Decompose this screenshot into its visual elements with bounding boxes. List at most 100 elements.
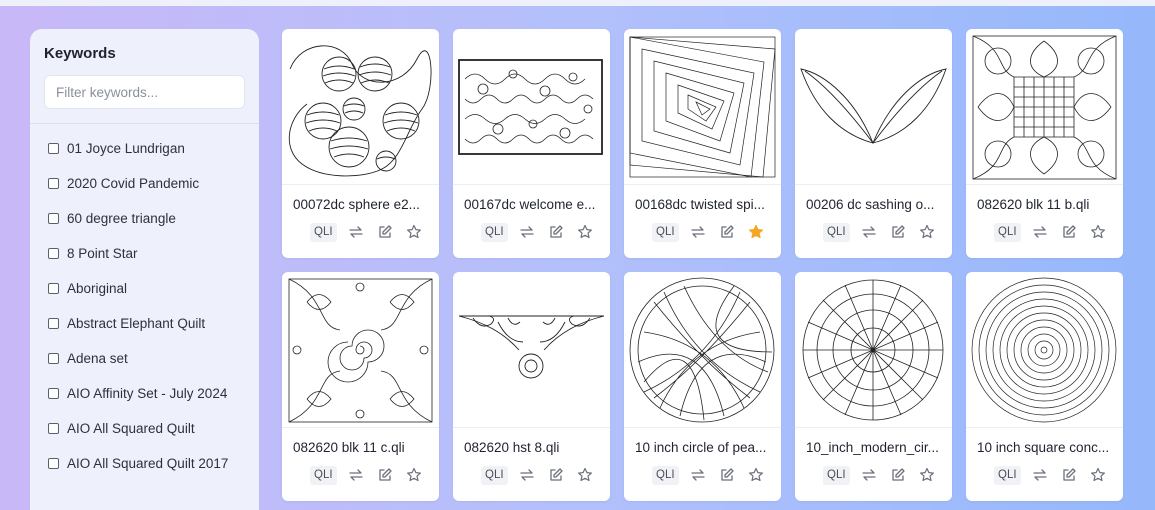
design-card[interactable]: 082620 hst 8.qli QLI xyxy=(453,272,610,501)
keyword-checkbox[interactable] xyxy=(48,318,59,329)
design-card[interactable]: 00167dc welcome e... QLI xyxy=(453,29,610,258)
favorite-button[interactable] xyxy=(576,466,595,485)
card-actions: QLI xyxy=(481,465,605,485)
keyword-checkbox[interactable] xyxy=(48,423,59,434)
edit-icon xyxy=(379,468,392,481)
convert-button[interactable] xyxy=(860,223,879,242)
keyword-checkbox[interactable] xyxy=(48,143,59,154)
favorite-button[interactable] xyxy=(918,466,937,485)
keyword-checkbox[interactable] xyxy=(48,283,59,294)
keyword-label: AIO All Squared Quilt 2017 xyxy=(67,456,229,471)
convert-button[interactable] xyxy=(689,223,708,242)
design-card[interactable]: 082620 blk 11 b.qli QLI xyxy=(966,29,1123,258)
favorite-button[interactable] xyxy=(747,466,766,485)
design-card[interactable]: 10_inch_modern_cir... QLI xyxy=(795,272,952,501)
keyword-item[interactable]: Adena set xyxy=(48,350,248,368)
design-card[interactable]: 082620 blk 11 c.qli QLI xyxy=(282,272,439,501)
keyword-checkbox[interactable] xyxy=(48,213,59,224)
design-thumbnail[interactable] xyxy=(282,29,439,185)
keywords-sidebar: Keywords 01 Joyce Lundrigan 2020 Covid P… xyxy=(30,29,259,510)
edit-button[interactable] xyxy=(718,223,737,242)
star-icon xyxy=(1091,467,1106,482)
edit-button[interactable] xyxy=(718,466,737,485)
keyword-item[interactable]: Abstract Elephant Quilt xyxy=(48,315,248,333)
design-thumbnail[interactable] xyxy=(795,272,952,428)
keyword-item[interactable]: 60 degree triangle xyxy=(48,210,248,228)
edit-button[interactable] xyxy=(376,223,395,242)
twisted-spiral-icon xyxy=(629,36,776,178)
keyword-item[interactable]: AIO All Squared Quilt 2017 xyxy=(48,455,248,473)
favorite-button[interactable] xyxy=(1089,223,1108,242)
keyword-checkbox[interactable] xyxy=(48,458,59,469)
format-badge: QLI xyxy=(652,222,679,242)
star-icon xyxy=(920,224,935,239)
favorite-button[interactable] xyxy=(576,223,595,242)
format-badge: QLI xyxy=(823,465,850,485)
favorite-button[interactable] xyxy=(918,223,937,242)
keyword-checkbox[interactable] xyxy=(48,248,59,259)
favorite-button[interactable] xyxy=(747,223,766,242)
keyword-label: Abstract Elephant Quilt xyxy=(67,316,206,331)
convert-button[interactable] xyxy=(1031,466,1050,485)
convert-button[interactable] xyxy=(518,223,537,242)
edit-icon xyxy=(1063,468,1076,481)
convert-button[interactable] xyxy=(860,466,879,485)
card-actions: QLI xyxy=(310,465,434,485)
edit-button[interactable] xyxy=(376,466,395,485)
sidebar-divider xyxy=(30,123,259,124)
convert-button[interactable] xyxy=(347,466,366,485)
convert-button[interactable] xyxy=(1031,223,1050,242)
keyword-filter-input[interactable] xyxy=(44,75,245,109)
design-filename: 10 inch circle of pea... xyxy=(635,440,767,455)
convert-button[interactable] xyxy=(518,466,537,485)
keyword-label: 60 degree triangle xyxy=(67,211,176,226)
design-thumbnail[interactable] xyxy=(282,272,439,428)
star-icon xyxy=(407,224,422,239)
convert-button[interactable] xyxy=(689,466,708,485)
design-card[interactable]: 00072dc sphere e2... QLI xyxy=(282,29,439,258)
circle-pearls-icon xyxy=(629,277,775,423)
edit-icon xyxy=(379,225,392,238)
arrows-swap-icon xyxy=(349,469,363,481)
keyword-label: AIO Affinity Set - July 2024 xyxy=(67,386,228,401)
edit-button[interactable] xyxy=(1060,223,1079,242)
keyword-item[interactable]: 2020 Covid Pandemic xyxy=(48,175,248,193)
spheres-icon xyxy=(288,45,432,177)
edit-button[interactable] xyxy=(547,466,566,485)
star-icon xyxy=(578,467,593,482)
keyword-item[interactable]: AIO Affinity Set - July 2024 xyxy=(48,385,248,403)
keyword-item[interactable]: AIO All Squared Quilt xyxy=(48,420,248,438)
keyword-item[interactable]: 01 Joyce Lundrigan xyxy=(48,140,248,158)
keyword-checkbox[interactable] xyxy=(48,353,59,364)
favorite-button[interactable] xyxy=(1089,466,1108,485)
card-actions: QLI xyxy=(481,222,605,242)
edit-icon xyxy=(892,468,905,481)
convert-button[interactable] xyxy=(347,223,366,242)
design-thumbnail[interactable] xyxy=(966,29,1123,185)
design-thumbnail[interactable] xyxy=(453,29,610,185)
design-thumbnail[interactable] xyxy=(795,29,952,185)
favorite-button[interactable] xyxy=(405,223,424,242)
design-card[interactable]: 00168dc twisted spi... QLI xyxy=(624,29,781,258)
arrows-swap-icon xyxy=(520,226,534,238)
edit-button[interactable] xyxy=(889,466,908,485)
keyword-label: Adena set xyxy=(67,351,128,366)
keyword-item[interactable]: Aboriginal xyxy=(48,280,248,298)
card-actions: QLI xyxy=(652,222,776,242)
design-card[interactable]: 10 inch square conc... QLI xyxy=(966,272,1123,501)
design-card[interactable]: 00206 dc sashing o... QLI xyxy=(795,29,952,258)
edit-button[interactable] xyxy=(547,223,566,242)
keyword-checkbox[interactable] xyxy=(48,178,59,189)
edit-button[interactable] xyxy=(1060,466,1079,485)
edit-button[interactable] xyxy=(889,223,908,242)
design-thumbnail[interactable] xyxy=(624,272,781,428)
design-card[interactable]: 10 inch circle of pea... QLI xyxy=(624,272,781,501)
keyword-checkbox[interactable] xyxy=(48,388,59,399)
arrows-swap-icon xyxy=(862,226,876,238)
design-filename: 00072dc sphere e2... xyxy=(293,197,420,212)
favorite-button[interactable] xyxy=(405,466,424,485)
design-thumbnail[interactable] xyxy=(453,272,610,428)
design-thumbnail[interactable] xyxy=(966,272,1123,428)
keyword-item[interactable]: 8 Point Star xyxy=(48,245,248,263)
design-thumbnail[interactable] xyxy=(624,29,781,185)
